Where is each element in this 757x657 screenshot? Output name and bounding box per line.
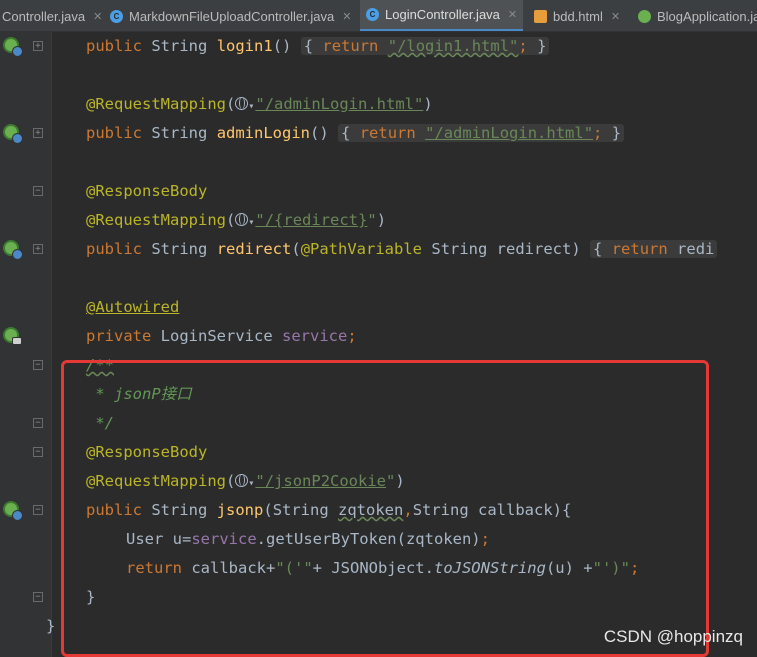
spring-boot-icon xyxy=(638,9,651,23)
fold-expand-icon[interactable]: + xyxy=(33,41,43,51)
close-icon[interactable]: ✕ xyxy=(611,10,620,23)
html-file-icon xyxy=(534,9,547,23)
fold-end-icon[interactable]: − xyxy=(33,418,43,428)
globe-icon[interactable] xyxy=(235,474,249,487)
chevron-down-icon: ▾ xyxy=(248,478,255,489)
tab-login-controller[interactable]: C LoginController.java ✕ xyxy=(360,0,524,31)
close-icon[interactable]: ✕ xyxy=(93,10,102,23)
spring-mapping-icon[interactable] xyxy=(3,240,23,260)
spring-mapping-icon[interactable] xyxy=(3,37,23,57)
code-area[interactable]: public String login1() { return "/login1… xyxy=(46,32,757,657)
code-line: } xyxy=(46,617,56,635)
tab-label: BlogApplication.ja xyxy=(657,8,757,24)
fold-collapse-icon[interactable]: − xyxy=(33,360,43,370)
tab-label: LoginController.java xyxy=(385,7,500,22)
code-line: @RequestMapping(▾"/{redirect}") xyxy=(86,211,387,229)
chevron-down-icon: ▾ xyxy=(248,217,255,228)
globe-icon[interactable] xyxy=(235,213,249,226)
tab-bdd-html[interactable]: bdd.html ✕ xyxy=(528,0,626,31)
code-line: } xyxy=(86,588,96,606)
tab-label: bdd.html xyxy=(553,8,603,24)
tab-controller[interactable]: Controller.java ✕ xyxy=(0,0,108,31)
code-line: public String adminLogin() { return "/ad… xyxy=(86,119,625,148)
code-line: public String login1() { return "/login1… xyxy=(86,32,550,61)
editor-tab-bar: Controller.java ✕ C MarkdownFileUploadCo… xyxy=(0,0,757,32)
code-line: User u=service.getUserByToken(zqtoken); xyxy=(126,530,490,548)
close-icon[interactable]: ✕ xyxy=(342,10,351,23)
code-line: @RequestMapping(▾"/adminLogin.html") xyxy=(86,95,433,113)
fold-collapse-icon[interactable]: − xyxy=(33,186,43,196)
code-line: return callback+"('"+ JSONObject.toJSONS… xyxy=(126,559,640,577)
code-editor[interactable]: + + − + − − − − − public String login1()… xyxy=(0,32,757,657)
fold-expand-icon[interactable]: + xyxy=(33,244,43,254)
code-line: @ResponseBody xyxy=(86,182,208,200)
code-line: @Autowired xyxy=(86,298,180,316)
spring-mapping-icon[interactable] xyxy=(3,501,23,521)
tab-label: Controller.java xyxy=(2,8,86,24)
fold-collapse-icon[interactable]: − xyxy=(33,505,43,515)
fold-end-icon[interactable]: − xyxy=(33,592,43,602)
code-line: public String redirect(@PathVariable Str… xyxy=(86,235,718,264)
class-icon: C xyxy=(110,9,123,23)
code-line: */ xyxy=(86,414,114,432)
code-line: @ResponseBody xyxy=(86,443,208,461)
tab-blog-application[interactable]: BlogApplication.ja xyxy=(632,0,757,31)
close-icon[interactable]: ✕ xyxy=(508,8,517,21)
code-line: @RequestMapping(▾"/jsonP2Cookie") xyxy=(86,472,405,490)
spring-mapping-icon[interactable] xyxy=(3,124,23,144)
chevron-down-icon: ▾ xyxy=(248,101,255,112)
class-icon: C xyxy=(366,8,379,21)
code-line: private LoginService service; xyxy=(86,327,357,345)
code-line: public String jsonp(String zqtoken,Strin… xyxy=(86,501,572,519)
tab-label: MarkdownFileUploadController.java xyxy=(129,8,335,24)
watermark: CSDN @hoppinzq xyxy=(603,627,743,646)
fold-collapse-icon[interactable]: − xyxy=(33,447,43,457)
code-line: /** xyxy=(86,356,114,374)
editor-gutter: + + − + − − − − − xyxy=(0,32,52,657)
code-line: * jsonP接口 xyxy=(86,385,192,403)
autowired-bean-icon[interactable] xyxy=(3,327,22,345)
tab-markdown-file-upload-controller[interactable]: C MarkdownFileUploadController.java ✕ xyxy=(104,0,357,31)
globe-icon[interactable] xyxy=(235,97,249,110)
fold-expand-icon[interactable]: + xyxy=(33,128,43,138)
